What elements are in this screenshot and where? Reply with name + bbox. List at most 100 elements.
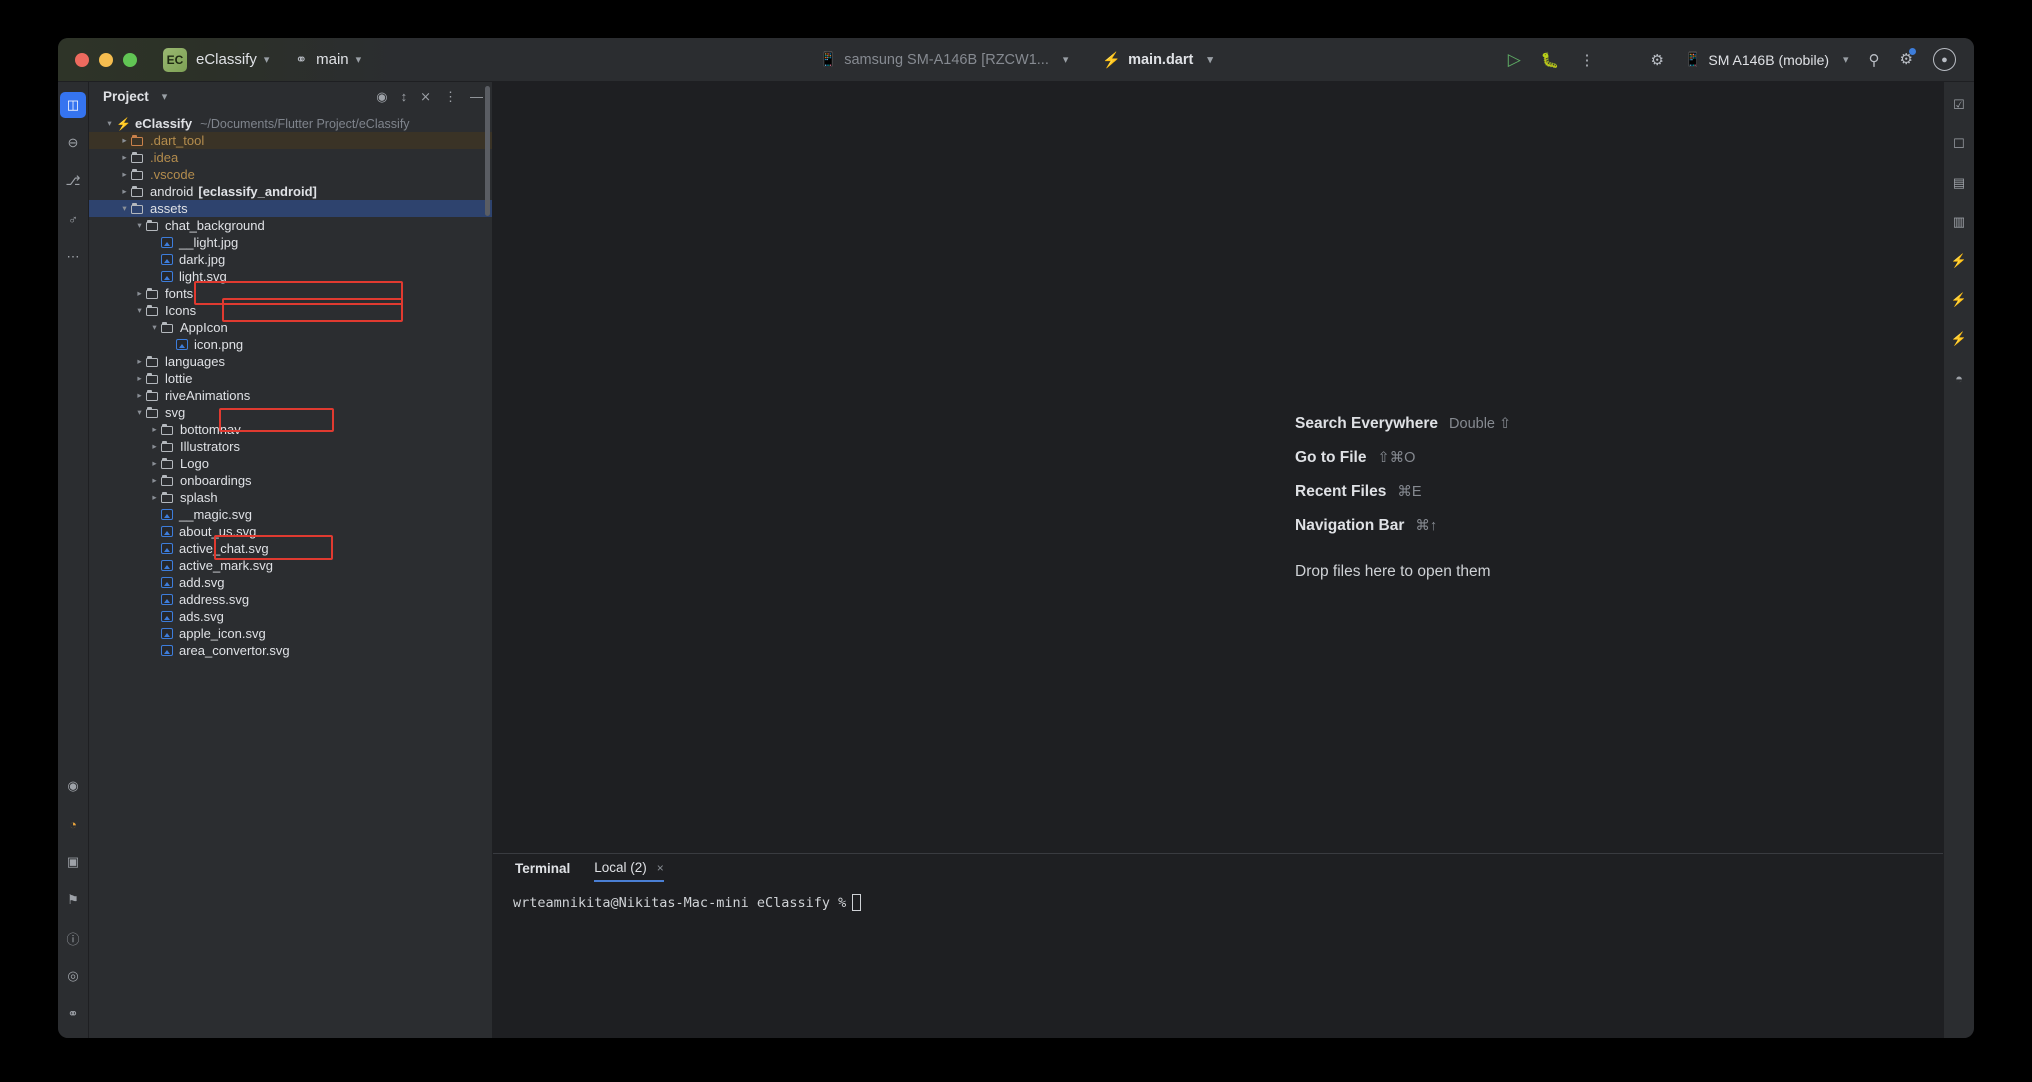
- chevron-right-icon[interactable]: ▸: [118, 135, 131, 146]
- debug-icon[interactable]: 🐛: [1541, 51, 1560, 69]
- sidebar-item-pull-requests[interactable]: ⎇: [60, 168, 86, 194]
- settings-button[interactable]: ⚙: [1900, 50, 1913, 69]
- sidebar-item-git[interactable]: ⚭: [60, 1001, 86, 1027]
- sidebar-item-flutter-devtools[interactable]: ⚡: [1946, 326, 1972, 352]
- project-tree[interactable]: ▾⚡eClassify~/Documents/Flutter Project/e…: [89, 111, 493, 1038]
- tree-row[interactable]: ▾AppIcon: [89, 319, 493, 336]
- run-configuration-selector[interactable]: ⚡ main.dart ▾: [1102, 51, 1212, 69]
- chevron-right-icon[interactable]: ▸: [118, 169, 131, 180]
- tree-row[interactable]: ▸onboardings: [89, 472, 493, 489]
- tree-row[interactable]: ▸.vscode: [89, 166, 493, 183]
- tree-row[interactable]: ▸.idea: [89, 149, 493, 166]
- tree-row[interactable]: area_convertor.svg: [89, 642, 493, 659]
- project-name-label[interactable]: eClassify: [196, 51, 257, 68]
- tree-row[interactable]: ▸splash: [89, 489, 493, 506]
- tree-row[interactable]: ▸Logo: [89, 455, 493, 472]
- sidebar-item-device-file-explorer[interactable]: ▥: [1946, 209, 1972, 235]
- tree-row[interactable]: ▸android[eclassify_android]: [89, 183, 493, 200]
- sidebar-item-services[interactable]: ◎: [60, 963, 86, 989]
- search-icon[interactable]: ⚲: [1869, 51, 1880, 69]
- tree-row[interactable]: ▾chat_background: [89, 217, 493, 234]
- sidebar-item-terminal[interactable]: ▣: [60, 849, 86, 875]
- project-scrollbar[interactable]: [485, 86, 490, 216]
- chevron-down-icon[interactable]: ▾: [133, 407, 146, 418]
- terminal-output[interactable]: wrteamnikita@Nikitas-Mac-mini eClassify …: [493, 882, 1943, 1038]
- tree-row[interactable]: light.svg: [89, 268, 493, 285]
- tree-row[interactable]: address.svg: [89, 591, 493, 608]
- chevron-right-icon[interactable]: ▸: [118, 186, 131, 197]
- chevron-right-icon[interactable]: ▸: [148, 492, 161, 503]
- chevron-down-icon[interactable]: ▾: [162, 90, 168, 103]
- tree-row[interactable]: ▸languages: [89, 353, 493, 370]
- profiler-icon[interactable]: ⚙: [1651, 51, 1664, 69]
- tree-row[interactable]: about_us.svg: [89, 523, 493, 540]
- tree-row[interactable]: ▾Icons: [89, 302, 493, 319]
- hide-icon[interactable]: —: [470, 89, 483, 104]
- terminal-tab-local[interactable]: Local (2) ×: [594, 860, 664, 882]
- sidebar-item-app-inspection[interactable]: ◓: [1946, 365, 1972, 391]
- running-device-target[interactable]: 📱 SM A146B (mobile) ▾: [1684, 51, 1849, 68]
- editor-hint[interactable]: Recent Files⌘E: [1295, 483, 1511, 517]
- editor-hint[interactable]: Go to File⇧⌘O: [1295, 449, 1511, 483]
- chevron-right-icon[interactable]: ▸: [148, 441, 161, 452]
- tree-row[interactable]: ads.svg: [89, 608, 493, 625]
- tree-row[interactable]: apple_icon.svg: [89, 625, 493, 642]
- expand-collapse-icon[interactable]: ↕: [401, 89, 408, 104]
- tree-row[interactable]: ▸.dart_tool: [89, 132, 493, 149]
- chevron-right-icon[interactable]: ▸: [118, 152, 131, 163]
- sidebar-item-bookmarks[interactable]: ⚑: [60, 887, 86, 913]
- editor-empty-area[interactable]: Search EverywhereDouble ⇧Go to File⇧⌘ORe…: [493, 82, 1943, 853]
- sidebar-item-flutter-inspector[interactable]: ◔: [60, 811, 86, 837]
- minimize-window-button[interactable]: [99, 53, 113, 67]
- account-icon[interactable]: ●: [1933, 48, 1956, 71]
- chevron-right-icon[interactable]: ▸: [148, 458, 161, 469]
- chevron-right-icon[interactable]: ▸: [133, 390, 146, 401]
- sidebar-item-more-tool-windows[interactable]: ⋯: [60, 244, 86, 270]
- tree-row[interactable]: ▸riveAnimations: [89, 387, 493, 404]
- tree-row[interactable]: active_chat.svg: [89, 540, 493, 557]
- tree-row[interactable]: ▾svg: [89, 404, 493, 421]
- tree-row[interactable]: add.svg: [89, 574, 493, 591]
- locate-icon[interactable]: ◉: [376, 89, 387, 105]
- collapse-all-icon[interactable]: ⨯: [420, 89, 431, 105]
- sidebar-item-version-control[interactable]: ♂: [60, 206, 86, 232]
- tree-row[interactable]: __light.jpg: [89, 234, 493, 251]
- sidebar-item-notifications[interactable]: ☑: [1946, 92, 1972, 118]
- sidebar-item-flutter-outline[interactable]: ⚡: [1946, 287, 1972, 313]
- tree-row[interactable]: active_mark.svg: [89, 557, 493, 574]
- vcs-branch-widget[interactable]: ⚭ main ▾: [295, 51, 361, 68]
- chevron-right-icon[interactable]: ▸: [133, 373, 146, 384]
- editor-hint[interactable]: Navigation Bar⌘↑: [1295, 517, 1511, 551]
- tree-row[interactable]: ▸bottomnav: [89, 421, 493, 438]
- chevron-right-icon[interactable]: ▸: [148, 475, 161, 486]
- sidebar-item-running-devices[interactable]: ▤: [1946, 170, 1972, 196]
- sidebar-item-project[interactable]: ◫: [60, 92, 86, 118]
- close-window-button[interactable]: [75, 53, 89, 67]
- sidebar-item-problems[interactable]: ⓘ: [60, 925, 86, 951]
- chevron-right-icon[interactable]: ▸: [148, 424, 161, 435]
- tree-row[interactable]: ▾assets: [89, 200, 493, 217]
- more-vertical-icon[interactable]: ⋮: [1580, 51, 1595, 69]
- chevron-right-icon[interactable]: ▸: [133, 288, 146, 299]
- tree-row[interactable]: icon.png: [89, 336, 493, 353]
- tree-row[interactable]: ▾⚡eClassify~/Documents/Flutter Project/e…: [89, 115, 493, 132]
- device-selector[interactable]: 📱 samsung SM-A146B [RZCW1... ▾: [819, 51, 1068, 68]
- tree-row[interactable]: ▸fonts: [89, 285, 493, 302]
- tree-row[interactable]: ▸lottie: [89, 370, 493, 387]
- chevron-down-icon[interactable]: ▾: [118, 203, 131, 214]
- chevron-right-icon[interactable]: ▸: [133, 356, 146, 367]
- editor-hint[interactable]: Search EverywhereDouble ⇧: [1295, 415, 1511, 449]
- chevron-down-icon[interactable]: ▾: [148, 322, 161, 333]
- chevron-down-icon[interactable]: ▾: [133, 305, 146, 316]
- tree-row[interactable]: __magic.svg: [89, 506, 493, 523]
- chevron-down-icon[interactable]: ▾: [133, 220, 146, 231]
- run-icon[interactable]: ▷: [1508, 50, 1521, 70]
- options-icon[interactable]: ⋮: [444, 89, 457, 105]
- sidebar-item-flutter-performance[interactable]: ⚡: [1946, 248, 1972, 274]
- chevron-down-icon[interactable]: ▾: [264, 53, 270, 66]
- tree-row[interactable]: ▸Illustrators: [89, 438, 493, 455]
- close-icon[interactable]: ×: [657, 861, 664, 875]
- sidebar-item-ai-assistant[interactable]: ◉: [60, 773, 86, 799]
- tree-row[interactable]: dark.jpg: [89, 251, 493, 268]
- sidebar-item-device-manager[interactable]: ☐: [1946, 131, 1972, 157]
